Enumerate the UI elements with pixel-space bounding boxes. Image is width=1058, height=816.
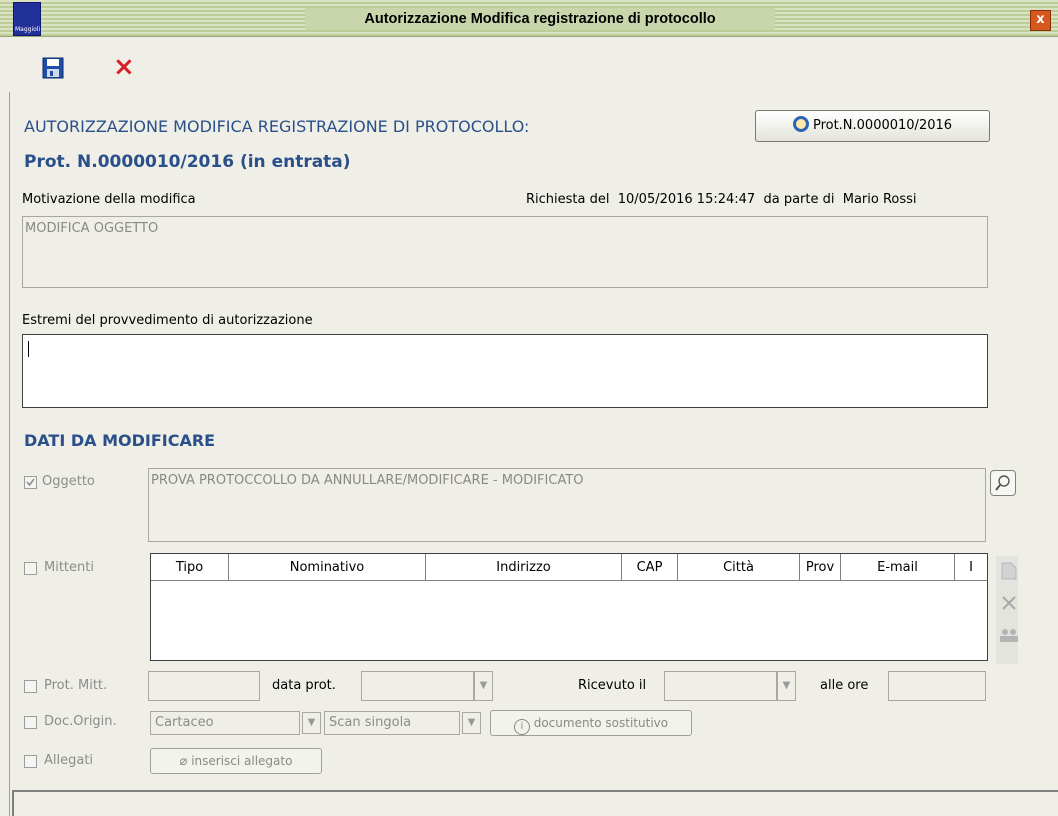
mittenti-checkbox[interactable] xyxy=(24,562,37,575)
oggetto-label: Oggetto xyxy=(42,474,95,489)
app-logo-text: Maggioli xyxy=(15,26,41,33)
documento-sostitutivo-label: documento sostitutivo xyxy=(533,716,669,730)
doc-type-select[interactable]: Cartaceo xyxy=(150,711,300,735)
allegati-checkbox[interactable] xyxy=(24,755,37,768)
bottom-panel xyxy=(12,790,1058,816)
doc-type-dropdown-icon[interactable]: ▼ xyxy=(302,712,321,734)
magnifier-icon xyxy=(995,475,1010,491)
mittenti-grid: Tipo Nominativo Indirizzo CAP Città Prov… xyxy=(151,554,987,581)
contacts-icon[interactable] xyxy=(999,628,1019,642)
left-border xyxy=(9,92,10,816)
request-prefix: Richiesta del xyxy=(526,192,610,207)
alle-ore-label: alle ore xyxy=(820,678,869,693)
window-title: Autorizzazione Modifica registrazione di… xyxy=(305,8,775,30)
cancel-icon[interactable]: × xyxy=(113,54,139,80)
data-prot-input[interactable] xyxy=(361,671,474,701)
prot-subtitle: Prot. N.0000010/2016 (in entrata) xyxy=(24,152,351,172)
close-button[interactable]: x xyxy=(1030,10,1051,31)
inserisci-allegato-button[interactable]: ⌀ inserisci allegato xyxy=(150,748,322,774)
info-icon: i xyxy=(513,719,530,735)
prot-mitt-input[interactable] xyxy=(148,671,260,701)
text-caret xyxy=(28,341,29,357)
col-i[interactable]: I xyxy=(954,554,987,581)
inserisci-allegato-label: inserisci allegato xyxy=(191,754,293,768)
section-title: AUTORIZZAZIONE MODIFICA REGISTRAZIONE DI… xyxy=(24,117,530,136)
request-date: 10/05/2016 15:24:47 xyxy=(617,192,756,207)
mittenti-table[interactable]: Tipo Nominativo Indirizzo CAP Città Prov… xyxy=(150,553,988,661)
mittenti-label: Mittenti xyxy=(44,560,94,575)
doc-origin-label: Doc.Origin. xyxy=(44,714,117,729)
doc-origin-checkbox[interactable] xyxy=(24,716,37,729)
motivation-label: Motivazione della modifica xyxy=(22,192,196,207)
dati-title: DATI DA MODIFICARE xyxy=(24,431,216,450)
data-prot-dropdown-icon[interactable]: ▼ xyxy=(474,671,493,701)
scan-type-select[interactable]: Scan singola xyxy=(324,711,460,735)
paperclip-icon: ⌀ xyxy=(179,754,188,769)
col-indirizzo[interactable]: Indirizzo xyxy=(425,554,622,581)
prot-mitt-checkbox[interactable] xyxy=(24,680,37,693)
col-tipo[interactable]: Tipo xyxy=(151,554,229,581)
alle-ore-input[interactable] xyxy=(888,671,986,701)
documento-sostitutivo-button[interactable]: i documento sostitutivo xyxy=(490,710,692,736)
prot-mitt-label: Prot. Mitt. xyxy=(44,678,108,693)
provvedimento-field[interactable] xyxy=(22,334,988,408)
data-prot-label: data prot. xyxy=(272,678,336,693)
request-info: Richiesta del 10/05/2016 15:24:47 da par… xyxy=(526,192,917,207)
title-bar: Maggioli Autorizzazione Modifica registr… xyxy=(0,0,1058,37)
allegati-label: Allegati xyxy=(44,753,94,768)
oggetto-checkbox[interactable] xyxy=(24,476,37,489)
scan-type-dropdown-icon[interactable]: ▼ xyxy=(462,712,481,734)
oggetto-field: PROVA PROTOCCOLLO DA ANNULLARE/MODIFICAR… xyxy=(148,468,986,542)
prot-search-button[interactable]: Prot.N.0000010/2016 xyxy=(755,110,990,142)
provvedimento-label: Estremi del provvedimento di autorizzazi… xyxy=(22,313,313,328)
app-logo-icon: Maggioli xyxy=(13,2,41,36)
col-email[interactable]: E-mail xyxy=(840,554,955,581)
by-prefix: da parte di xyxy=(763,192,835,207)
ricevuto-input[interactable] xyxy=(664,671,777,701)
ricevuto-dropdown-icon[interactable]: ▼ xyxy=(777,671,796,701)
ricevuto-label: Ricevuto il xyxy=(578,678,647,693)
table-header-row: Tipo Nominativo Indirizzo CAP Città Prov… xyxy=(151,554,987,581)
new-document-icon[interactable] xyxy=(1001,562,1017,580)
col-nominativo[interactable]: Nominativo xyxy=(228,554,426,581)
delete-icon[interactable] xyxy=(1001,595,1017,611)
col-citta[interactable]: Città xyxy=(677,554,800,581)
motivation-field: MODIFICA OGGETTO xyxy=(22,216,988,288)
oggetto-search-button[interactable] xyxy=(990,470,1016,496)
col-prov[interactable]: Prov xyxy=(799,554,841,581)
check-icon xyxy=(26,478,35,487)
col-cap[interactable]: CAP xyxy=(621,554,678,581)
prot-button-label: Prot.N.0000010/2016 xyxy=(812,118,953,133)
magnifier-icon xyxy=(792,116,809,132)
request-user: Mario Rossi xyxy=(842,192,917,207)
save-icon[interactable] xyxy=(42,57,64,79)
